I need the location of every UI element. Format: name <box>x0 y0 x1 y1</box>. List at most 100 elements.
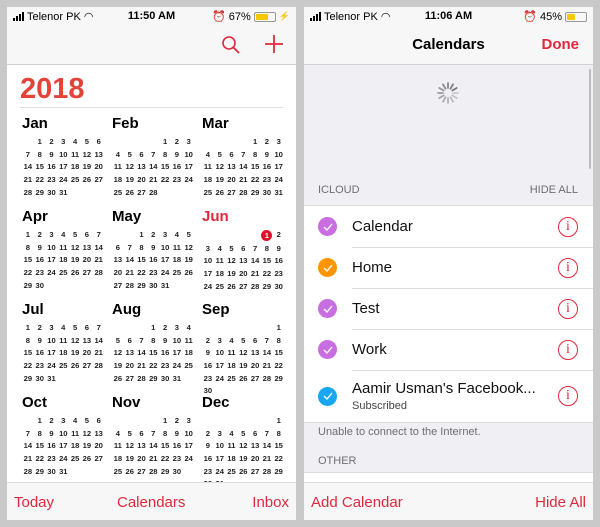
day[interactable]: 12 <box>81 429 93 439</box>
day[interactable]: 12 <box>183 243 195 253</box>
day[interactable]: 22 <box>273 362 285 371</box>
calendar-row[interactable]: Work i <box>304 329 593 370</box>
day[interactable]: 23 <box>171 455 183 464</box>
month-oct[interactable]: Oct 1 2 3 4 5 6 7 8 9 10 11 12 13 14 15 16 17 18 19 20 21 22 23… <box>22 394 106 476</box>
day[interactable]: 8 <box>159 150 171 160</box>
calendar-row[interactable]: Aamir Usman's Facebook... Subscribed i <box>304 370 593 422</box>
calendar-row[interactable]: Calendar i <box>304 206 593 247</box>
day[interactable]: 25 <box>69 176 81 185</box>
day[interactable]: 7 <box>93 230 105 240</box>
day[interactable]: 29 <box>261 282 273 292</box>
day[interactable]: 16 <box>273 257 285 266</box>
day[interactable]: 20 <box>124 362 136 371</box>
day[interactable]: 12 <box>237 442 249 451</box>
day[interactable]: 5 <box>226 244 238 254</box>
day[interactable]: 31 <box>46 374 58 384</box>
day[interactable]: 10 <box>214 442 226 451</box>
checkmark-icon[interactable] <box>318 340 337 359</box>
day[interactable]: 18 <box>202 176 214 185</box>
day[interactable]: 8 <box>22 243 34 253</box>
day[interactable]: 6 <box>81 230 93 240</box>
day[interactable]: 16 <box>46 442 58 451</box>
day[interactable]: 28 <box>147 188 159 198</box>
day[interactable]: 6 <box>237 244 249 254</box>
day[interactable]: 18 <box>57 349 69 358</box>
day[interactable]: 30 <box>261 188 273 198</box>
day[interactable]: 6 <box>93 137 105 147</box>
day[interactable]: 13 <box>136 442 148 451</box>
day[interactable]: 25 <box>183 362 195 371</box>
day[interactable]: 24 <box>159 269 171 278</box>
day[interactable]: 2 <box>202 429 214 439</box>
day[interactable]: 15 <box>159 163 171 172</box>
day[interactable]: 29 <box>22 374 34 384</box>
day[interactable]: 13 <box>93 429 105 439</box>
day[interactable]: 2 <box>46 137 58 147</box>
day[interactable]: 1 <box>147 323 159 333</box>
day[interactable]: 11 <box>69 150 81 160</box>
month-jun[interactable]: Jun 1 2 3 4 5 6 7 8 9 10 11 12 13 14 15 16 17 18 19 20 21 22 23… <box>202 208 286 291</box>
day[interactable]: 14 <box>136 349 148 358</box>
day[interactable]: 8 <box>34 150 46 160</box>
day[interactable]: 10 <box>183 429 195 439</box>
day[interactable]: 24 <box>46 269 58 278</box>
day[interactable]: 19 <box>237 455 249 464</box>
day[interactable]: 13 <box>237 257 249 266</box>
day[interactable]: 12 <box>69 243 81 253</box>
day[interactable]: 16 <box>159 349 171 358</box>
day[interactable]: 10 <box>183 150 195 160</box>
day[interactable]: 21 <box>93 256 105 265</box>
day[interactable]: 21 <box>124 269 136 278</box>
day[interactable]: 9 <box>34 336 46 346</box>
day[interactable]: 23 <box>34 362 46 371</box>
day[interactable]: 21 <box>22 176 34 185</box>
day[interactable]: 25 <box>112 188 124 198</box>
day[interactable]: 26 <box>69 269 81 278</box>
day[interactable]: 24 <box>46 362 58 371</box>
day[interactable]: 3 <box>202 244 214 254</box>
day[interactable]: 12 <box>214 163 226 172</box>
day[interactable]: 27 <box>124 374 136 384</box>
day[interactable]: 9 <box>202 349 214 358</box>
day[interactable]: 7 <box>22 429 34 439</box>
inbox-button[interactable]: Inbox <box>252 494 289 511</box>
day[interactable]: 16 <box>202 455 214 464</box>
day[interactable]: 22 <box>159 455 171 464</box>
day[interactable]: 11 <box>226 349 238 358</box>
day[interactable]: 19 <box>226 270 238 279</box>
day[interactable]: 1 <box>34 137 46 147</box>
day[interactable]: 24 <box>57 176 69 185</box>
day[interactable]: 23 <box>273 270 285 279</box>
day[interactable]: 30 <box>159 374 171 384</box>
day[interactable]: 12 <box>69 336 81 346</box>
info-icon[interactable]: i <box>558 257 578 278</box>
day[interactable]: 20 <box>136 176 148 185</box>
day[interactable]: 17 <box>214 362 226 371</box>
day[interactable]: 2 <box>159 323 171 333</box>
day[interactable]: 29 <box>136 281 148 291</box>
month-apr[interactable]: Apr 1 2 3 4 5 6 7 8 9 10 11 12 13 14 15 16 17 18 19 20 21 22 23… <box>22 208 106 290</box>
day[interactable]: 9 <box>147 243 159 253</box>
day[interactable]: 25 <box>57 269 69 278</box>
day[interactable]: 30 <box>147 281 159 291</box>
day[interactable]: 20 <box>237 270 249 279</box>
day[interactable]: 23 <box>34 269 46 278</box>
day[interactable]: 8 <box>249 150 261 160</box>
day[interactable]: 20 <box>112 269 124 278</box>
day[interactable]: 17 <box>273 163 285 172</box>
day[interactable]: 27 <box>249 467 261 477</box>
day[interactable]: 13 <box>81 243 93 253</box>
day[interactable]: 27 <box>93 176 105 185</box>
day[interactable]: 24 <box>214 374 226 384</box>
month-sep[interactable]: Sep 1 2 3 4 5 6 7 8 9 10 11 12 13 14 15 16 17 18 19 20 21 22 23… <box>202 301 286 396</box>
day[interactable]: 15 <box>159 442 171 451</box>
day[interactable]: 14 <box>124 256 136 265</box>
day[interactable]: 18 <box>69 163 81 172</box>
day[interactable]: 3 <box>46 323 58 333</box>
day[interactable]: 4 <box>112 429 124 439</box>
day[interactable]: 20 <box>81 349 93 358</box>
day[interactable]: 9 <box>273 244 285 254</box>
day[interactable]: 18 <box>57 256 69 265</box>
day[interactable]: 26 <box>112 374 124 384</box>
day[interactable]: 14 <box>93 336 105 346</box>
